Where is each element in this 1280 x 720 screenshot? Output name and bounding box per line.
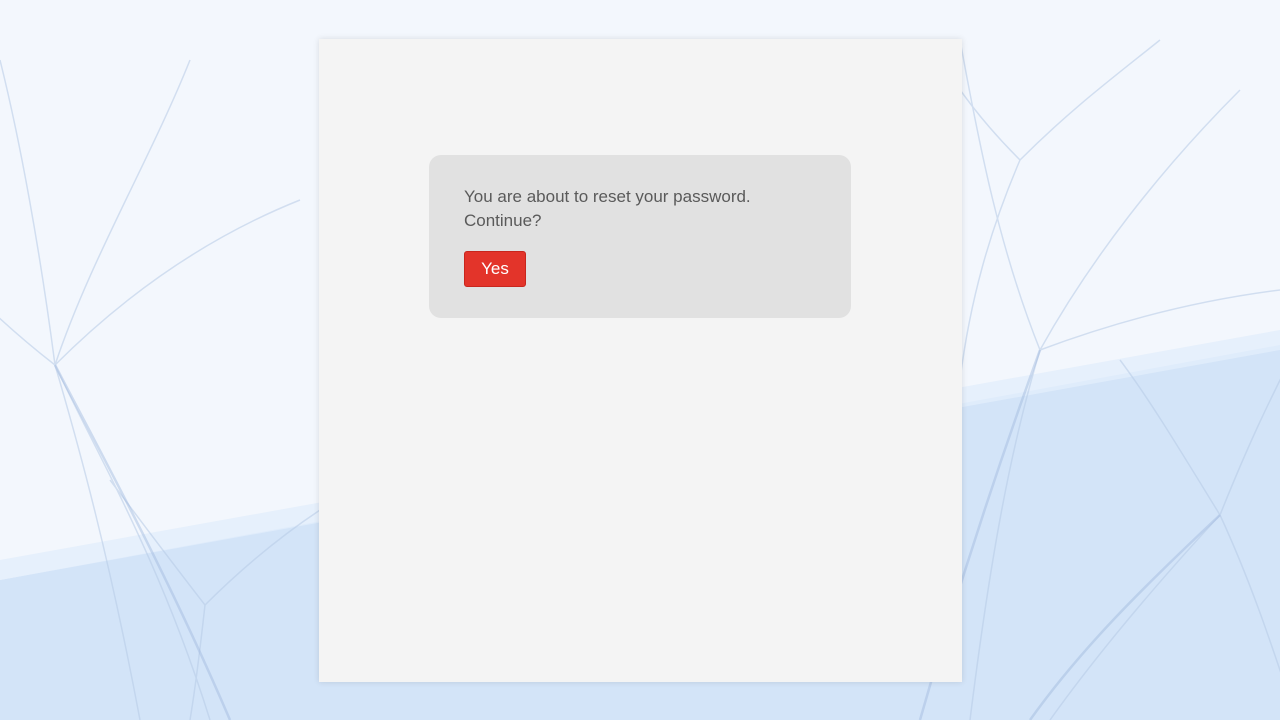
dialog-message: You are about to reset your password. Co… xyxy=(464,187,751,230)
page-background: You are about to reset your password. Co… xyxy=(0,0,1280,720)
yes-button[interactable]: Yes xyxy=(464,251,526,287)
reset-password-dialog: You are about to reset your password. Co… xyxy=(429,155,851,318)
main-panel: You are about to reset your password. Co… xyxy=(319,39,962,682)
